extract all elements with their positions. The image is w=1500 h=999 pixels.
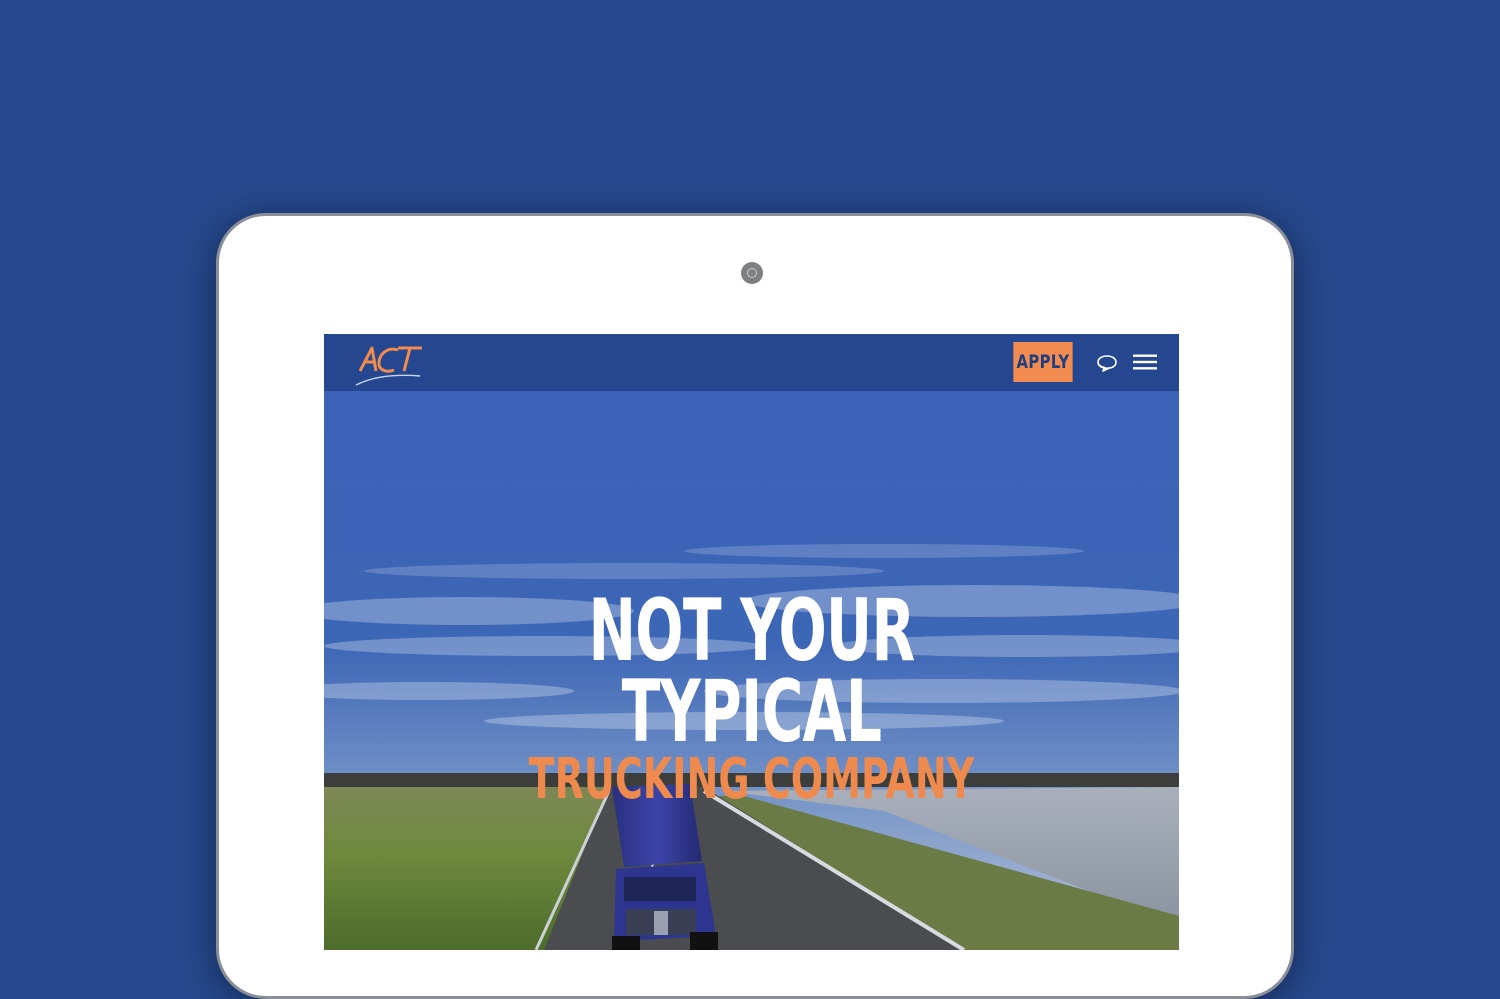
hero-banner: NOT YOUR TYPICAL TRUCKING COMPANY (324, 391, 1179, 950)
hamburger-menu-icon[interactable] (1133, 353, 1157, 371)
apply-button[interactable]: APPLY (1013, 342, 1073, 382)
act-logo[interactable] (354, 343, 424, 387)
site-header: APPLY (324, 334, 1179, 391)
camera-icon (741, 262, 763, 284)
hero-headline-line2: TYPICAL (621, 662, 882, 762)
hero-headline-line3: TRUCKING COMPANY (528, 747, 975, 812)
tablet-screen: APPLY NOT YOUR TYPICAL TRUCKING COMPANY (324, 334, 1179, 950)
speech-bubble-icon[interactable] (1096, 353, 1118, 373)
